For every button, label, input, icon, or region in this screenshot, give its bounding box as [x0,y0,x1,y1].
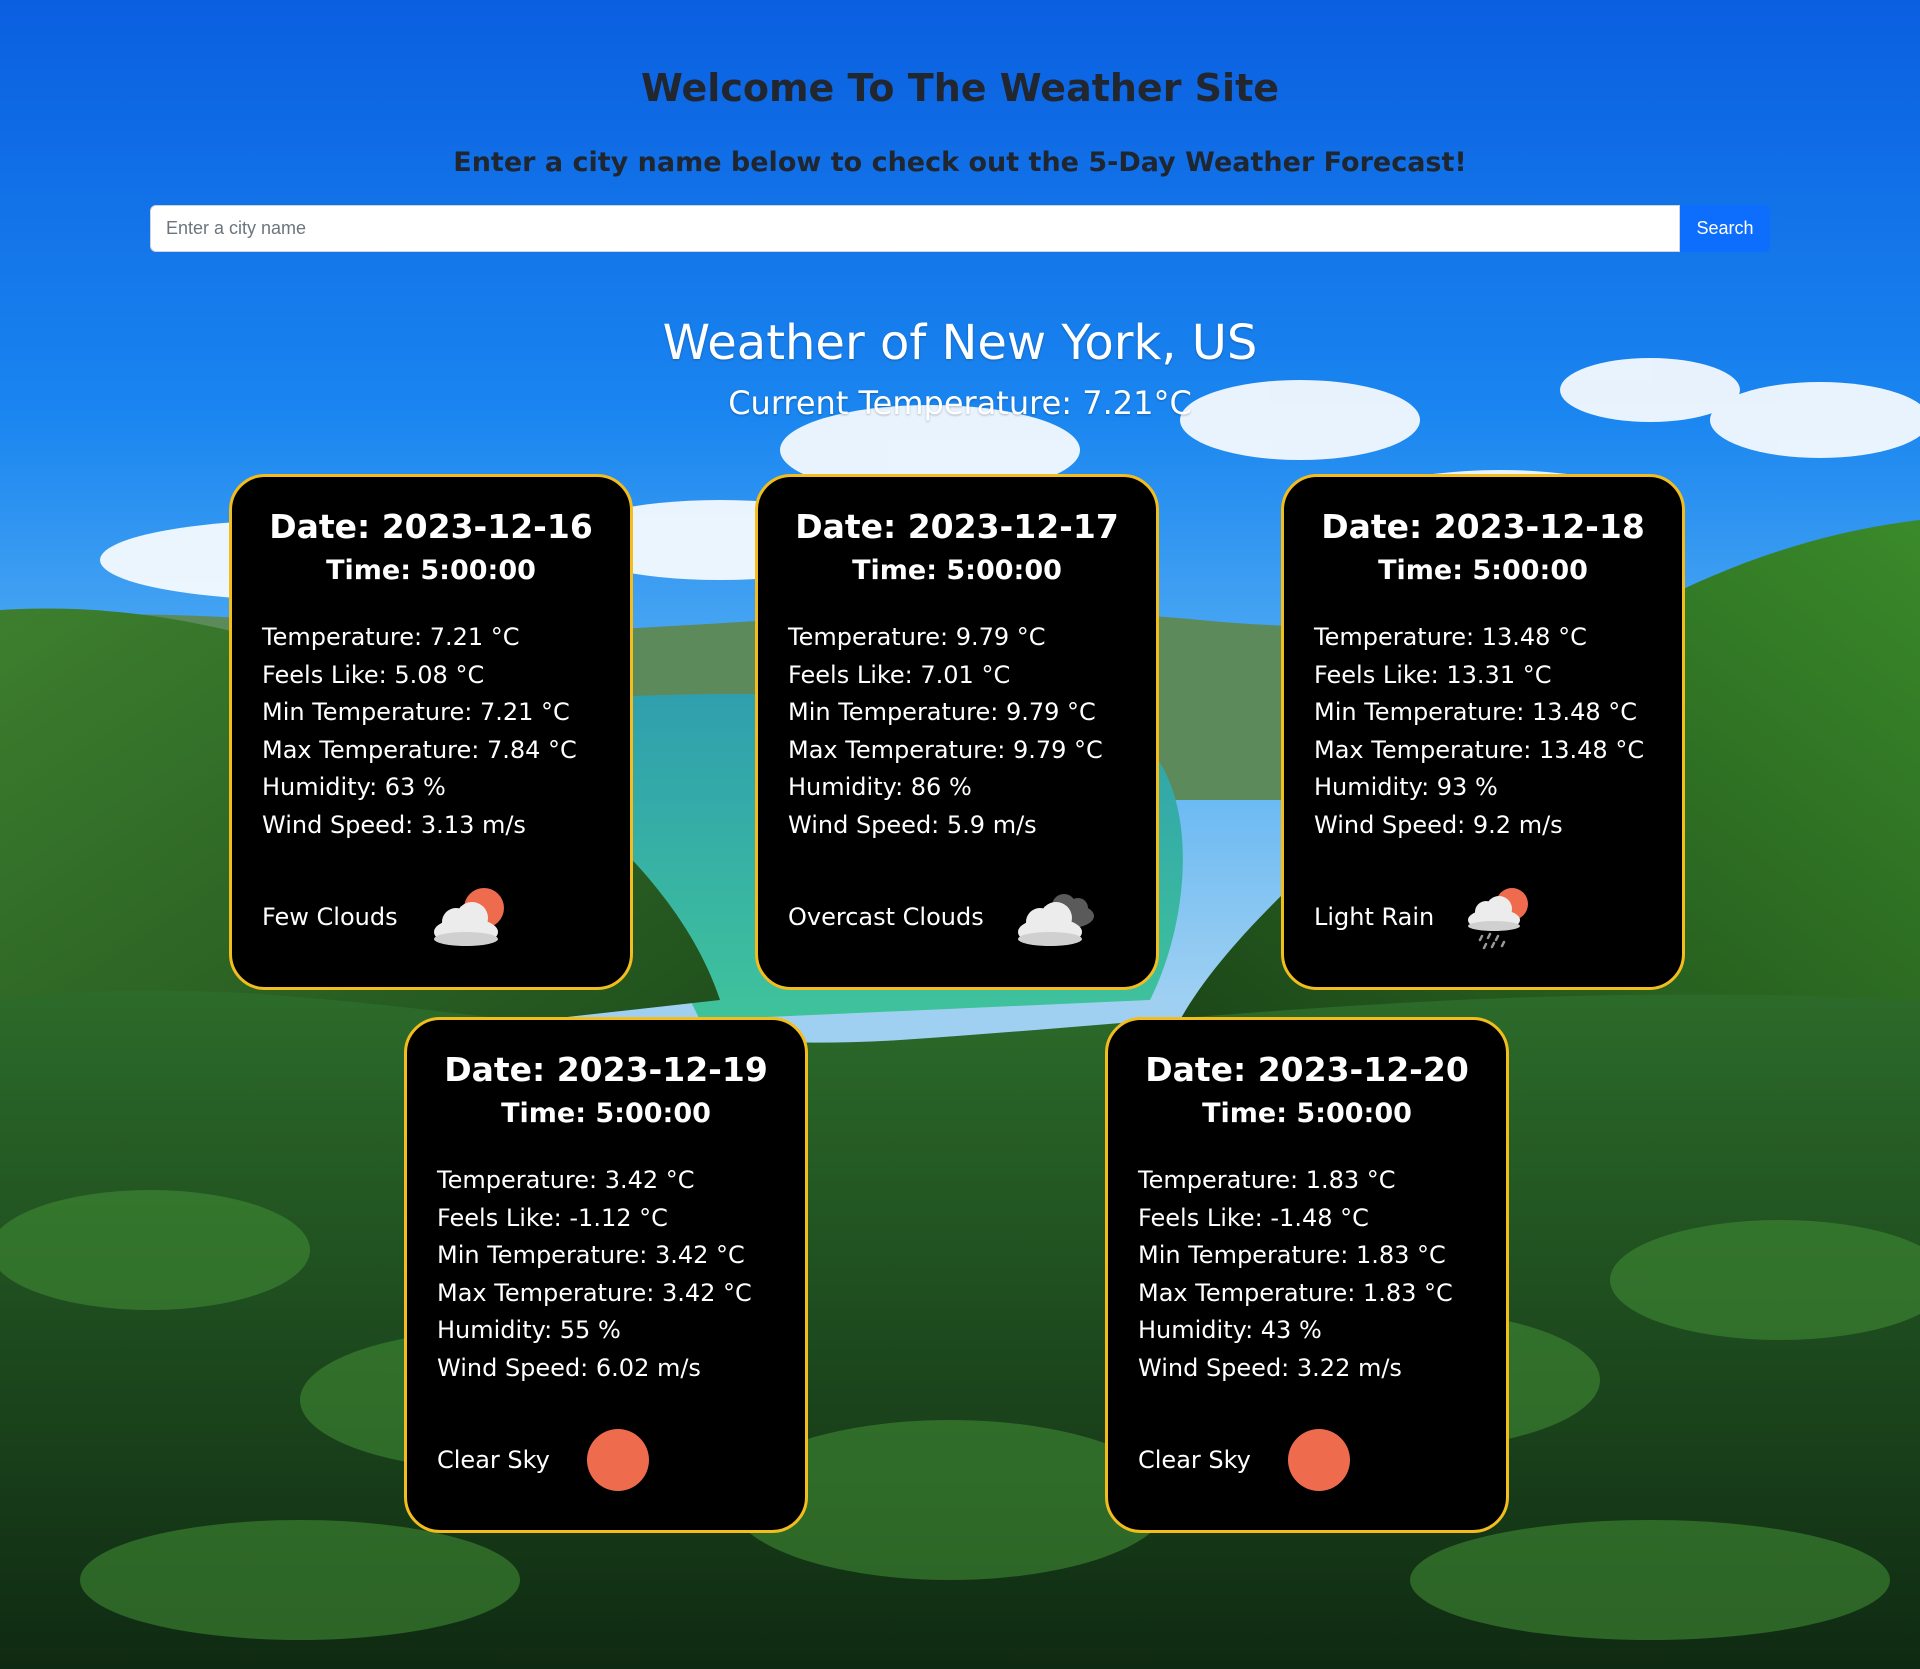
forecast-description: Light Rain [1314,903,1435,931]
current-temperature: Current Temperature: 7.21°C [728,384,1192,422]
forecast-temperature: Temperature: 3.42 °C [437,1166,695,1194]
forecast-footer: Light Rain [1314,877,1552,957]
search-bar: Search [150,205,1770,252]
forecast-time: Time: 5:00:00 [1378,555,1588,586]
forecast-card: Date: 2023-12-16 Time: 5:00:00 Temperatu… [229,474,633,990]
forecast-max-temperature: Max Temperature: 9.79 °C [788,735,1103,764]
forecast-temperature: Temperature: 1.83 °C [1138,1166,1396,1194]
forecast-feels-like: Feels Like: 7.01 °C [788,660,1011,689]
forecast-footer: Overcast Clouds [788,877,1102,957]
forecast-stats: Temperature: 13.48 °C Feels Like: 13.31 … [1314,619,1652,844]
clear-sky-icon [1287,1429,1350,1491]
forecast-card: Date: 2023-12-17 Time: 5:00:00 Temperatu… [755,474,1159,990]
forecast-stats: Temperature: 3.42 °C Feels Like: -1.12 °… [437,1162,775,1387]
forecast-card: Date: 2023-12-18 Time: 5:00:00 Temperatu… [1281,474,1685,990]
forecast-min-temperature: Min Temperature: 13.48 °C [1314,698,1638,726]
few-clouds-icon [433,888,504,946]
forecast-footer: Clear Sky [437,1420,668,1500]
forecast-date: Date: 2023-12-20 [1145,1050,1469,1089]
forecast-min-temperature: Min Temperature: 7.21 °C [262,698,570,726]
forecast-stats: Temperature: 7.21 °C Feels Like: 5.08 °C… [262,619,600,844]
forecast-time: Time: 5:00:00 [852,555,1062,586]
light-rain-icon [1468,888,1529,950]
forecast-feels-like: Feels Like: -1.12 °C [437,1203,668,1232]
forecast-humidity: Humidity: 63 % [262,773,446,801]
forecast-wind-speed: Wind Speed: 5.9 m/s [788,810,1037,839]
forecast-feels-like: Feels Like: 13.31 °C [1314,660,1552,689]
forecast-wind-speed: Wind Speed: 3.13 m/s [262,810,526,839]
city-search-input[interactable] [150,205,1680,252]
forecast-date: Date: 2023-12-18 [1321,507,1645,546]
forecast-max-temperature: Max Temperature: 1.83 °C [1138,1278,1453,1307]
forecast-card: Date: 2023-12-19 Time: 5:00:00 Temperatu… [404,1017,808,1533]
forecast-feels-like: Feels Like: -1.48 °C [1138,1203,1369,1232]
forecast-card: Date: 2023-12-20 Time: 5:00:00 Temperatu… [1105,1017,1509,1533]
forecast-time: Time: 5:00:00 [1202,1098,1412,1129]
forecast-temperature: Temperature: 7.21 °C [262,623,520,651]
forecast-min-temperature: Min Temperature: 9.79 °C [788,698,1096,726]
forecast-wind-speed: Wind Speed: 3.22 m/s [1138,1353,1402,1382]
forecast-max-temperature: Max Temperature: 3.42 °C [437,1278,752,1307]
weather-page: Welcome To The Weather Site Enter a city… [0,0,1920,1669]
forecast-feels-like: Feels Like: 5.08 °C [262,660,485,689]
forecast-min-temperature: Min Temperature: 3.42 °C [437,1241,745,1269]
site-title: Welcome To The Weather Site [640,66,1280,110]
forecast-max-temperature: Max Temperature: 13.48 °C [1314,735,1645,764]
forecast-humidity: Humidity: 43 % [1138,1316,1322,1344]
forecast-date: Date: 2023-12-17 [795,507,1119,546]
forecast-stats: Temperature: 1.83 °C Feels Like: -1.48 °… [1138,1162,1476,1387]
site-subtitle: Enter a city name below to check out the… [453,147,1467,178]
overcast-clouds-icon [1017,894,1094,946]
forecast-temperature: Temperature: 9.79 °C [788,623,1046,651]
forecast-wind-speed: Wind Speed: 6.02 m/s [437,1353,701,1382]
forecast-time: Time: 5:00:00 [501,1098,711,1129]
city-heading: Weather of New York, US [662,315,1258,371]
forecast-date: Date: 2023-12-19 [444,1050,768,1089]
forecast-humidity: Humidity: 86 % [788,773,972,801]
forecast-temperature: Temperature: 13.48 °C [1314,623,1587,651]
clear-sky-icon [586,1429,649,1491]
forecast-date: Date: 2023-12-16 [269,507,593,546]
forecast-description: Overcast Clouds [788,903,984,931]
forecast-description: Clear Sky [437,1446,550,1474]
forecast-max-temperature: Max Temperature: 7.84 °C [262,735,577,764]
forecast-description: Few Clouds [262,903,398,931]
forecast-stats: Temperature: 9.79 °C Feels Like: 7.01 °C… [788,619,1126,844]
forecast-description: Clear Sky [1138,1446,1251,1474]
forecast-humidity: Humidity: 93 % [1314,773,1498,801]
search-button[interactable]: Search [1680,205,1770,252]
forecast-footer: Clear Sky [1138,1420,1369,1500]
forecast-footer: Few Clouds [262,877,516,957]
forecast-min-temperature: Min Temperature: 1.83 °C [1138,1241,1446,1269]
forecast-wind-speed: Wind Speed: 9.2 m/s [1314,810,1563,839]
forecast-humidity: Humidity: 55 % [437,1316,621,1344]
forecast-time: Time: 5:00:00 [326,555,536,586]
